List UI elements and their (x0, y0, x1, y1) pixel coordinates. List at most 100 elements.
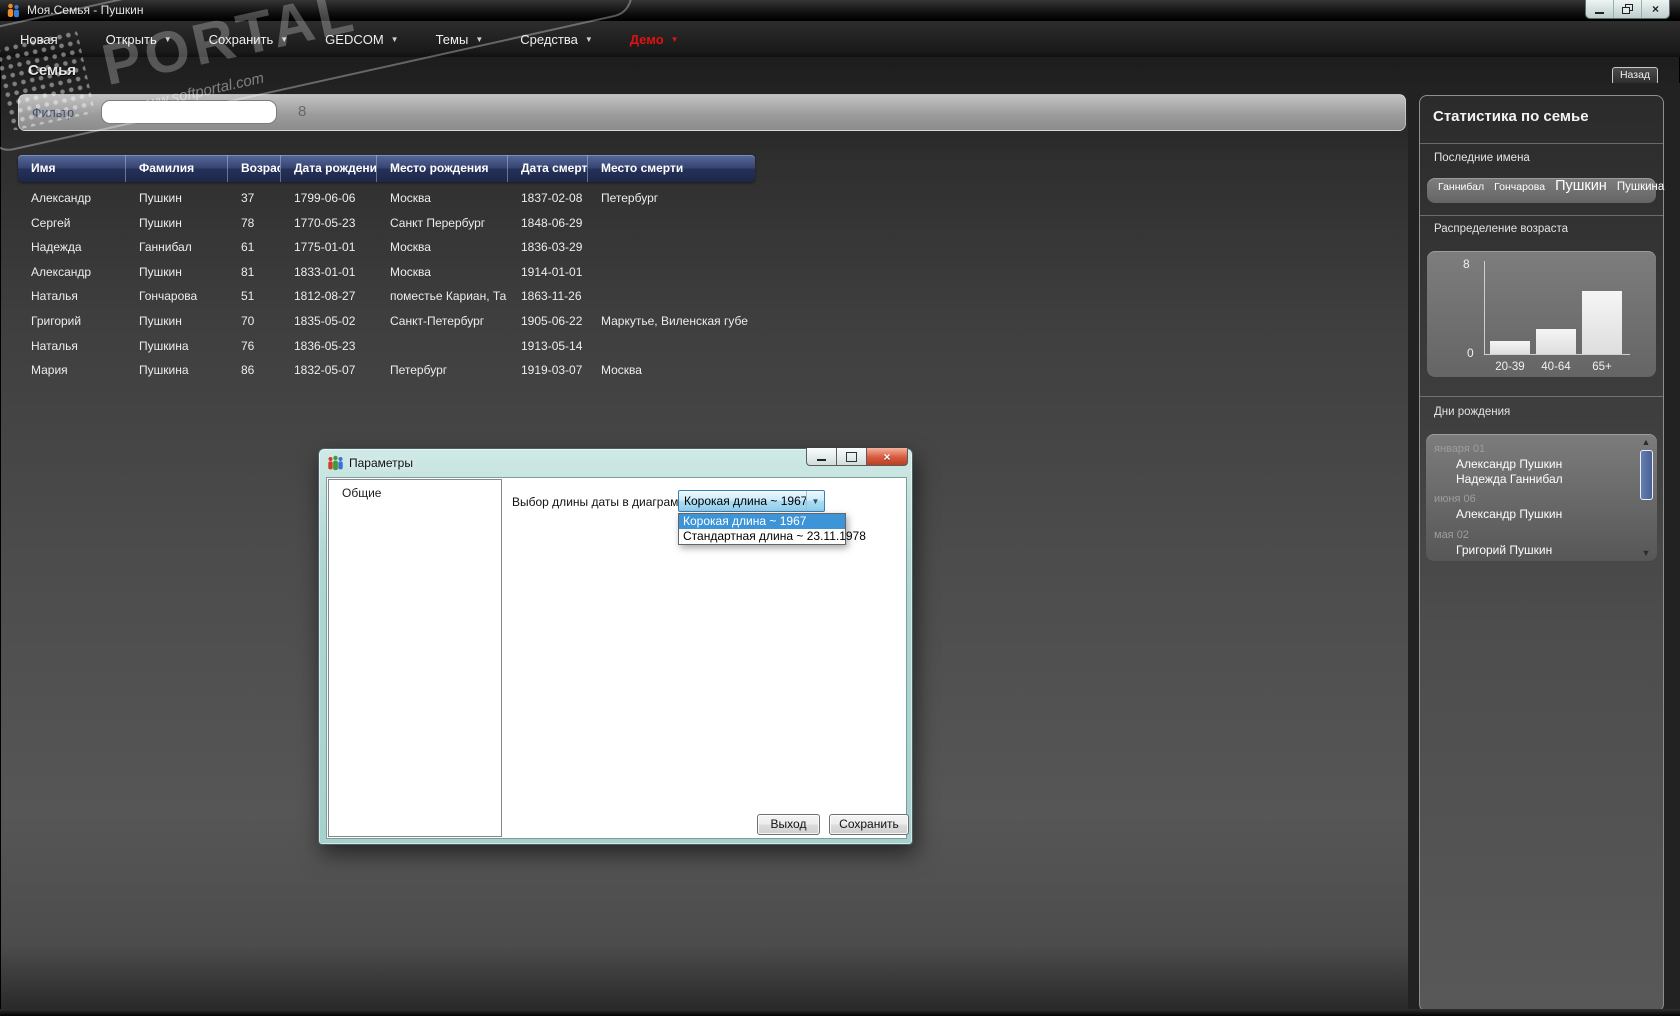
name-tags: Ганнибал Гончарова Пушкин Пушкина (1427, 178, 1664, 203)
close-button[interactable]: × (1641, 0, 1669, 18)
table-cell: 1863-11-26 (521, 289, 582, 304)
table-cell: Петербург (601, 191, 659, 205)
dialog-maximize-button[interactable] (836, 448, 867, 466)
menu-item-label: Демо (629, 31, 664, 47)
table-row[interactable]: Александр Пушкин 81 1833-01-01 Москва 1914-01… (18, 260, 755, 285)
close-icon: × (883, 449, 891, 464)
table-cell: Петербург (390, 363, 448, 378)
exit-button[interactable]: Выход (757, 814, 820, 835)
table-cell: 1848-06-29 (521, 215, 583, 230)
table-cell: Маркутье, Виленская губе (601, 313, 748, 328)
table-cell (588, 260, 755, 285)
table-cell: 1835-05-02 (294, 313, 356, 328)
filter-input[interactable] (101, 100, 277, 124)
combobox-value: Корокая длина ~ 1967 (684, 494, 808, 508)
table-cell: 70 (241, 313, 255, 328)
name-tag: Пушкин (1555, 178, 1607, 194)
table-cell: Наталья (31, 338, 78, 353)
menu-item-новая[interactable]: Новая (12, 28, 66, 51)
header-cell[interactable]: Дата смерти (508, 155, 588, 182)
table-cell: Москва (390, 191, 431, 205)
table-cell: Пушкин (139, 191, 182, 205)
combobox-arrow-icon: ▼ (806, 491, 824, 511)
table-row[interactable]: Александр Пушкин 37 1799-06-06 Москва 1837-02… (18, 186, 755, 211)
birthday-name: Григорий Пушкин (1456, 542, 1553, 557)
birthday-group-date: января 01 (1434, 443, 1486, 455)
date-format-combobox[interactable]: Корокая длина ~ 1967 ▼ (678, 490, 825, 512)
table-cell: 1836-03-29 (521, 240, 583, 255)
menu-item-gedcom[interactable]: GEDCOM ▼ (317, 28, 406, 51)
table-row[interactable]: Наталья Пушкина 76 1836-05-23 1913-05-14 (18, 334, 755, 359)
table-cell: 86 (241, 363, 255, 378)
chart-x-labels: 20-39 40-64 65+ (1490, 361, 1622, 373)
table-cell: Александр (31, 264, 92, 279)
table-cell: 1812-08-27 (294, 289, 356, 304)
birthday-group-date: июня 06 (1434, 493, 1476, 505)
table-cell: 1914-01-01 (521, 264, 583, 279)
table-row[interactable]: Григорий Пушкин 70 1835-05-02 Санкт-Петербур… (18, 309, 755, 334)
birthday-name: Александр Пушкин (1456, 507, 1563, 521)
header-cell[interactable]: Место рождения (377, 155, 508, 182)
scroll-thumb[interactable] (1640, 450, 1653, 500)
table-cell: Пушкин (139, 313, 182, 328)
dropdown-option[interactable]: Корокая длина ~ 1967 (679, 514, 845, 529)
chart-bars (1490, 291, 1622, 354)
table-row[interactable]: Сергей Пушкин 78 1770-05-23 Санкт Перербург 1… (18, 211, 755, 236)
dialog-close-button[interactable]: × (867, 448, 908, 466)
header-cell[interactable]: Возраст (228, 155, 281, 182)
menu-item-label: Темы (435, 31, 469, 47)
table-cell: Москва (390, 264, 431, 279)
minimize-icon (817, 458, 826, 461)
table-cell (588, 235, 755, 260)
combobox-dropdown: Корокая длина ~ 1967 Стандартная длина ~ … (678, 513, 866, 545)
divider (1420, 396, 1663, 397)
minimize-button[interactable] (1586, 0, 1613, 18)
table-cell: 76 (241, 338, 255, 353)
table-cell (588, 211, 755, 236)
caret-down-icon: ▼ (670, 34, 679, 44)
table-cell: Пушкин (139, 215, 182, 230)
birthday-name: Александр Пушкин (1456, 457, 1563, 471)
header-cell[interactable]: Имя (18, 155, 126, 182)
header-cell[interactable]: Дата рождения (281, 155, 377, 182)
table-cell: Александр (31, 191, 92, 205)
scrollbar: ▲ ▼ (1638, 437, 1654, 558)
menu-item-label: Средства (520, 31, 578, 47)
birthday-group-date: мая 02 (1434, 528, 1469, 541)
table-row[interactable]: Надежда Ганнибал 61 1775-01-01 Москва 1836-03… (18, 235, 755, 260)
menu-item-открыть[interactable]: Открыть ▼ (98, 28, 180, 51)
restore-button[interactable] (1613, 0, 1641, 18)
table-row[interactable]: Наталья Гончарова 51 1812-08-27 поместье Кар… (18, 284, 755, 309)
menu-item-сохранить[interactable]: Сохранить ▼ (201, 28, 297, 51)
maximize-icon (846, 451, 857, 462)
menu-item-label: GEDCOM (325, 31, 384, 47)
menu-item-средства[interactable]: Средства ▼ (512, 28, 601, 51)
table-cell: 1836-05-23 (294, 338, 356, 353)
dialog-content: Общие Выбор длины даты в диаграмме Корок… (326, 477, 909, 839)
dialog-minimize-button[interactable] (806, 448, 836, 466)
filter-label: Фильтр (32, 106, 74, 120)
save-button[interactable]: Сохранить (829, 814, 909, 835)
window-title: Моя.Семья - Пушкин (27, 3, 144, 17)
table-cell: 1913-05-14 (521, 338, 583, 353)
menu-item-label: Открыть (105, 31, 157, 47)
dropdown-option[interactable]: Стандартная длина ~ 23.11.1978 (679, 529, 866, 544)
scroll-down-icon[interactable]: ▼ (1638, 548, 1654, 558)
header-cell[interactable]: Фамилия (126, 155, 228, 182)
menu-item-демо[interactable]: Демо ▼ (622, 28, 687, 51)
table-cell: Сергей (31, 215, 71, 230)
table-cell (588, 284, 755, 309)
table-cell: Ганнибал (139, 240, 192, 255)
table-cell: 1770-05-23 (294, 215, 356, 230)
table-cell: 51 (241, 289, 255, 304)
scroll-up-icon[interactable]: ▲ (1638, 437, 1654, 447)
x-axis (1484, 354, 1630, 355)
nav-item-общие[interactable]: Общие (329, 480, 501, 500)
caret-down-icon: ▼ (475, 34, 484, 44)
menu-item-темы[interactable]: Темы ▼ (428, 28, 492, 51)
stats-title: Статистика по семье (1433, 108, 1589, 125)
header-cell[interactable]: Место смерти (588, 155, 755, 182)
filter-bar: Фильтр 8 (18, 94, 1406, 131)
table-header: ИмяФамилияВозрастДата рожденияМесто рожд… (18, 155, 755, 182)
table-row[interactable]: Мария Пушкина 86 1832-05-07 Петербург 1919-03… (18, 358, 755, 383)
